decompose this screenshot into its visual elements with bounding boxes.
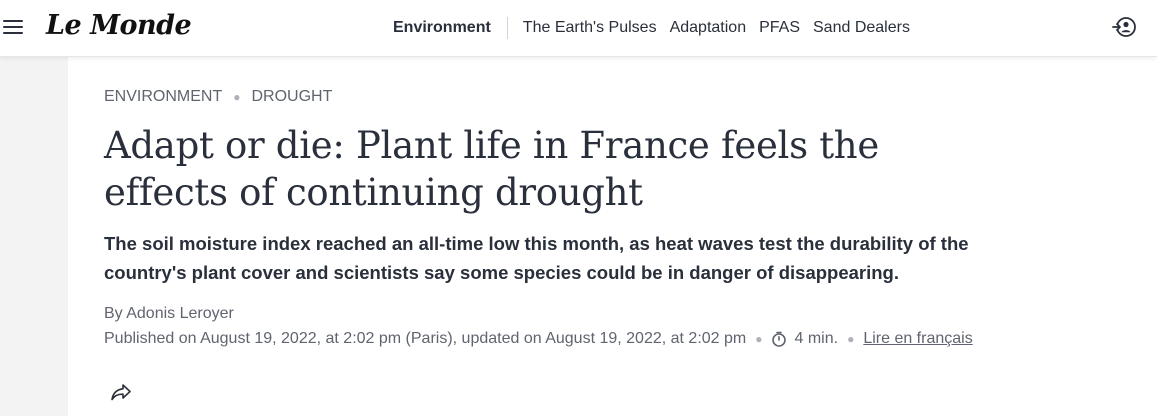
nav-item-adaptation[interactable]: Adaptation (670, 19, 747, 37)
french-version-link[interactable]: Lire en français (863, 330, 972, 348)
hamburger-menu-icon[interactable] (3, 16, 25, 38)
breadcrumb-environment[interactable]: ENVIRONMENT (104, 88, 222, 106)
share-icon[interactable] (110, 381, 132, 403)
breadcrumb-separator: ● (233, 90, 241, 104)
nav-item-earths-pulses[interactable]: The Earth's Pulses (523, 19, 657, 37)
left-gutter (0, 57, 68, 416)
le-monde-logo[interactable]: Le Monde (46, 10, 192, 41)
breadcrumb-drought[interactable]: DROUGHT (251, 88, 332, 106)
reading-time: 4 min. (794, 330, 839, 347)
meta-separator: ● (847, 332, 855, 346)
nav-item-environment[interactable]: Environment (393, 19, 491, 37)
article-title: Adapt or die: Plant life in France feels… (104, 124, 879, 214)
publication-date: Published on August 19, 2022, at 2:02 pm… (104, 330, 747, 347)
article-meta: Published on August 19, 2022, at 2:02 pm… (104, 330, 973, 348)
account-login-icon[interactable] (1112, 15, 1136, 39)
article-description: The soil moisture index reached an all-t… (104, 233, 969, 283)
top-navigation-bar: Le Monde Environment The Earth's Pulses … (0, 0, 1157, 57)
breadcrumb: ENVIRONMENT ● DROUGHT (104, 88, 332, 106)
article-author: By Adonis Leroyer (104, 305, 234, 322)
meta-separator: ● (755, 332, 763, 346)
clock-icon (772, 331, 787, 347)
nav-divider (506, 17, 508, 39)
section-nav: Environment The Earth's Pulses Adaptatio… (393, 17, 923, 39)
nav-item-pfas[interactable]: PFAS (759, 19, 800, 37)
nav-item-sand-dealers[interactable]: Sand Dealers (813, 19, 910, 37)
